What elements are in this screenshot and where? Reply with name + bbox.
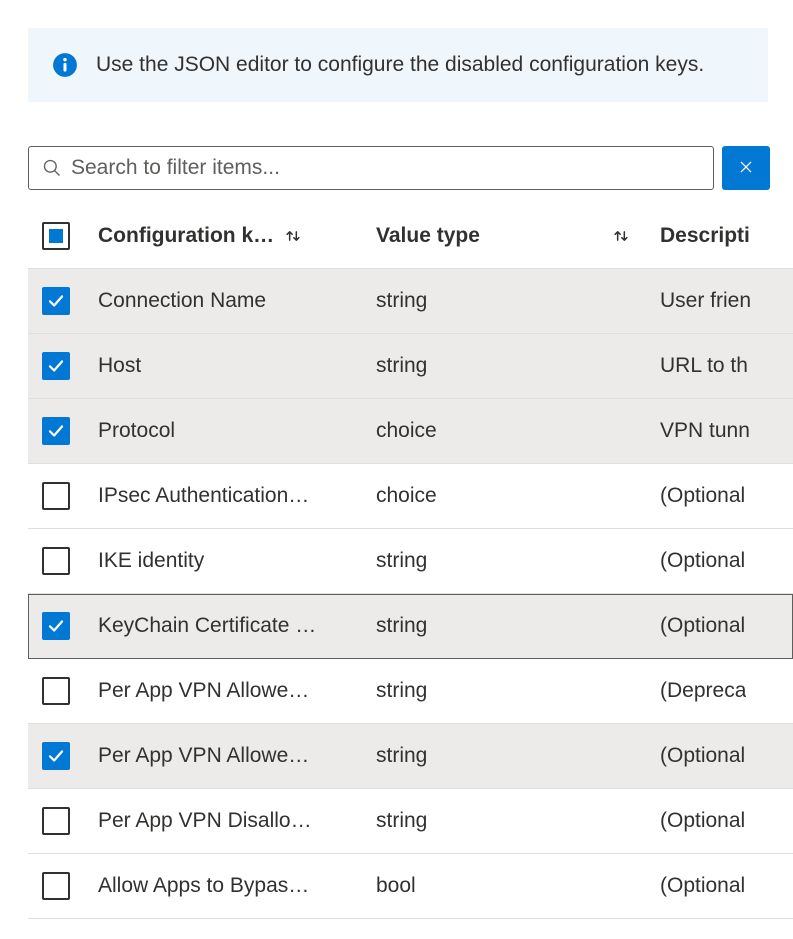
table-row[interactable]: Per App VPN Disallo… string (Optional	[28, 789, 793, 854]
row-checkbox[interactable]	[42, 677, 70, 705]
table-row[interactable]: Host string URL to th	[28, 334, 793, 399]
sort-icon	[610, 225, 632, 247]
description-cell: User frien	[660, 289, 751, 313]
value-type-cell: choice	[376, 484, 437, 508]
column-header-config-key[interactable]: Configuration k…	[98, 224, 376, 248]
search-icon	[41, 157, 63, 179]
search-row	[28, 146, 770, 190]
description-cell: (Optional	[660, 744, 745, 768]
config-key-cell: Connection Name	[98, 289, 266, 313]
config-key-cell: Per App VPN Allowe…	[98, 679, 309, 703]
description-cell: (Optional	[660, 549, 745, 573]
row-checkbox[interactable]	[42, 612, 70, 640]
select-all-checkbox[interactable]	[42, 222, 70, 250]
table-row[interactable]: Allow Apps to Bypas… bool (Optional	[28, 854, 793, 919]
row-checkbox[interactable]	[42, 547, 70, 575]
row-checkbox[interactable]	[42, 287, 70, 315]
column-header-label: Value type	[376, 224, 480, 248]
value-type-cell: string	[376, 679, 427, 703]
value-type-cell: bool	[376, 874, 416, 898]
row-checkbox[interactable]	[42, 872, 70, 900]
search-box[interactable]	[28, 146, 714, 190]
row-checkbox[interactable]	[42, 482, 70, 510]
column-header-label: Configuration k…	[98, 224, 274, 248]
description-cell: VPN tunn	[660, 419, 750, 443]
column-header-description[interactable]: Descripti	[660, 224, 793, 248]
description-cell: (Optional	[660, 809, 745, 833]
config-key-cell: Protocol	[98, 419, 175, 443]
value-type-cell: string	[376, 809, 427, 833]
config-table: Configuration k… Value type	[28, 208, 793, 919]
config-key-cell: Allow Apps to Bypas…	[98, 874, 309, 898]
info-banner: Use the JSON editor to configure the dis…	[28, 28, 768, 102]
description-cell: URL to th	[660, 354, 748, 378]
table-row[interactable]: Per App VPN Allowe… string (Depreca	[28, 659, 793, 724]
description-cell: (Optional	[660, 874, 745, 898]
row-checkbox[interactable]	[42, 742, 70, 770]
value-type-cell: string	[376, 289, 427, 313]
table-header: Configuration k… Value type	[28, 208, 793, 269]
info-banner-text: Use the JSON editor to configure the dis…	[96, 50, 704, 80]
value-type-cell: string	[376, 354, 427, 378]
description-cell: (Optional	[660, 484, 745, 508]
sort-icon	[282, 225, 304, 247]
row-checkbox[interactable]	[42, 417, 70, 445]
column-header-label: Descripti	[660, 224, 750, 248]
table-row[interactable]: Per App VPN Allowe… string (Optional	[28, 724, 793, 789]
description-cell: (Depreca	[660, 679, 746, 703]
search-input[interactable]	[71, 156, 701, 180]
config-key-cell: Per App VPN Allowe…	[98, 744, 309, 768]
table-row[interactable]: KeyChain Certificate … string (Optional	[28, 594, 793, 659]
config-key-cell: KeyChain Certificate …	[98, 614, 316, 638]
config-key-cell: Per App VPN Disallo…	[98, 809, 312, 833]
description-cell: (Optional	[660, 614, 745, 638]
config-key-cell: IPsec Authentication…	[98, 484, 309, 508]
value-type-cell: string	[376, 744, 427, 768]
value-type-cell: string	[376, 549, 427, 573]
column-header-value-type[interactable]: Value type	[376, 224, 660, 248]
config-key-cell: Host	[98, 354, 141, 378]
table-row[interactable]: IPsec Authentication… choice (Optional	[28, 464, 793, 529]
value-type-cell: choice	[376, 419, 437, 443]
table-row[interactable]: IKE identity string (Optional	[28, 529, 793, 594]
row-checkbox[interactable]	[42, 807, 70, 835]
close-icon	[738, 159, 754, 178]
table-row[interactable]: Connection Name string User frien	[28, 269, 793, 334]
value-type-cell: string	[376, 614, 427, 638]
config-key-cell: IKE identity	[98, 549, 204, 573]
row-checkbox[interactable]	[42, 352, 70, 380]
info-icon	[52, 52, 78, 78]
table-row[interactable]: Protocol choice VPN tunn	[28, 399, 793, 464]
clear-search-button[interactable]	[722, 146, 770, 190]
